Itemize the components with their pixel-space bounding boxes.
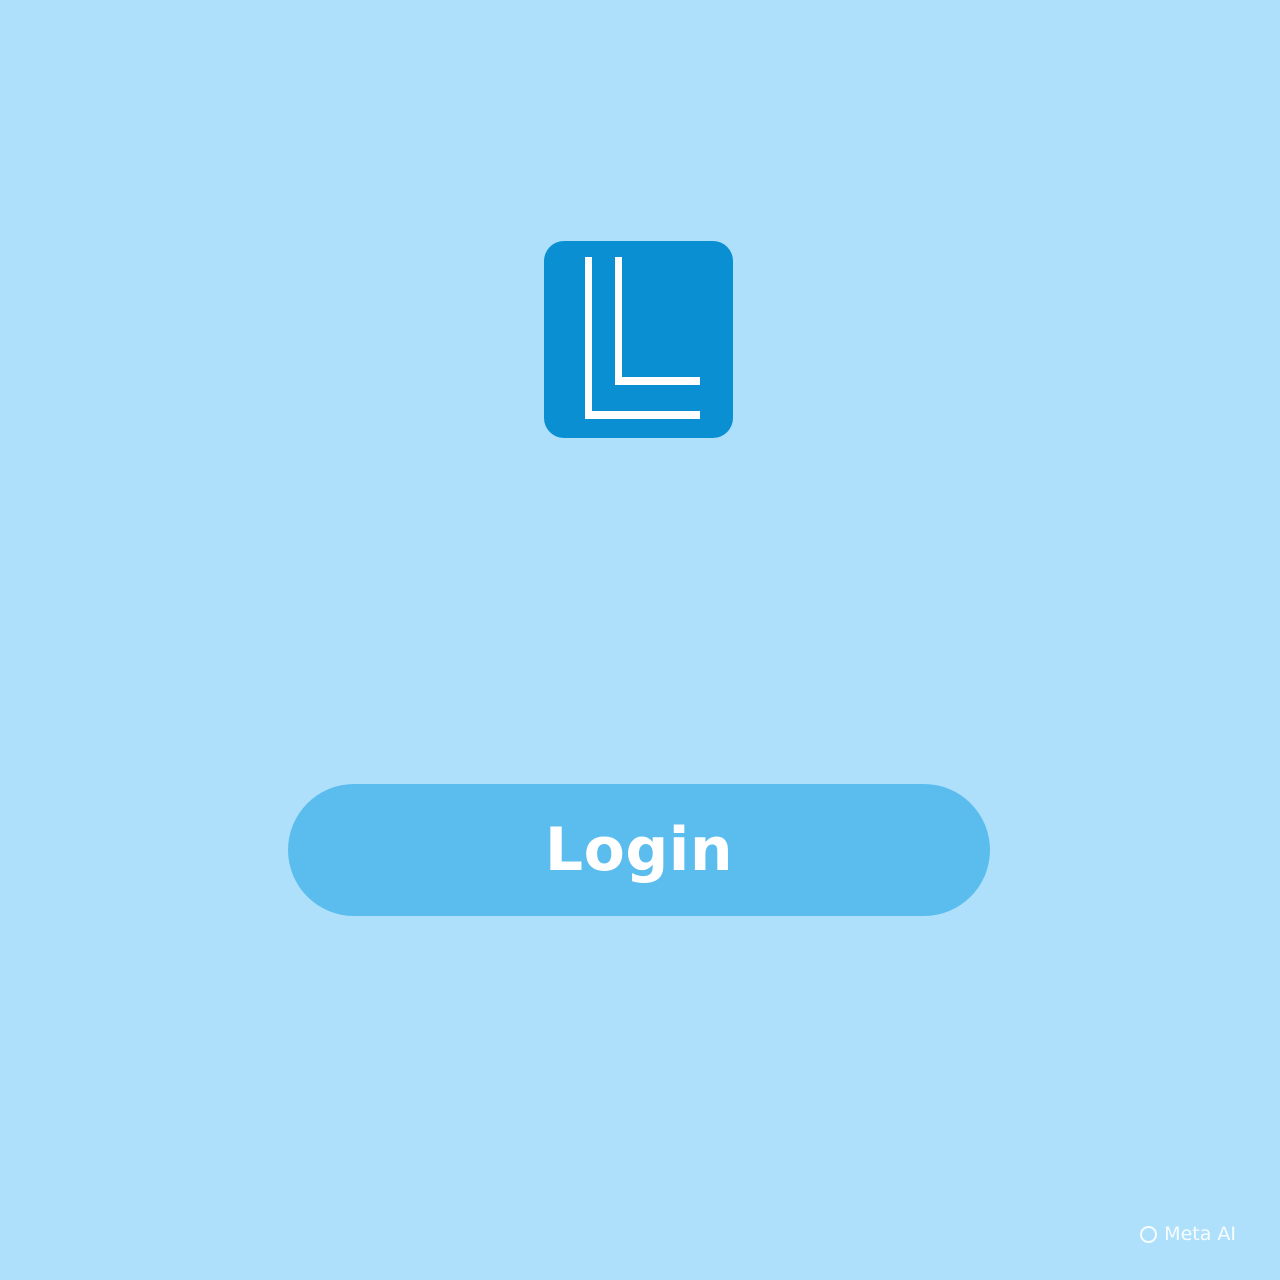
meta-ring-icon bbox=[1140, 1225, 1158, 1243]
watermark-text: Meta AI bbox=[1164, 1223, 1236, 1245]
app-logo bbox=[544, 241, 733, 438]
login-button[interactable]: Login bbox=[288, 784, 990, 916]
ll-logo-icon bbox=[585, 257, 700, 419]
meta-ai-watermark: Meta AI bbox=[1140, 1223, 1236, 1245]
